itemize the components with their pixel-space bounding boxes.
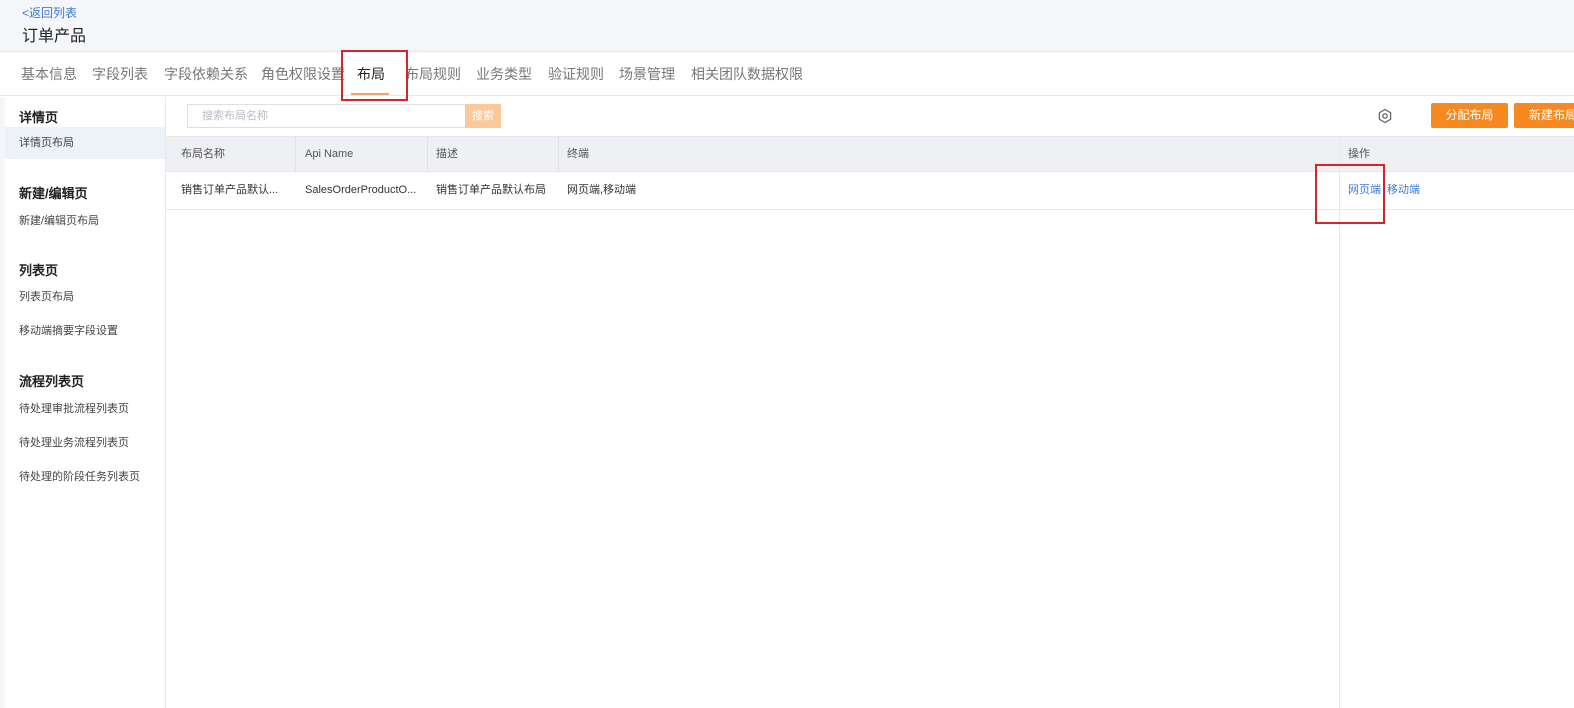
sidebar-item-mobile-summary[interactable]: 移动端摘要字段设置 [5, 315, 165, 347]
tab-layout[interactable]: 布局 [357, 64, 385, 84]
column-header-description: 描述 [436, 148, 458, 160]
actions-column-border [1339, 136, 1340, 708]
search-input[interactable] [187, 104, 465, 128]
column-header-api-name: Api Name [305, 148, 354, 160]
sidebar: 详情页 详情页布局 新建/编辑页 新建/编辑页布局 列表页 列表页布局 移动端摘… [5, 97, 166, 708]
sidebar-item-detail-layout[interactable]: 详情页布局 [5, 127, 165, 159]
column-separator [427, 137, 428, 172]
column-header-name: 布局名称 [181, 148, 225, 160]
sidebar-item-list-layout[interactable]: 列表页布局 [5, 281, 165, 313]
tab-role-permissions[interactable]: 角色权限设置 [261, 64, 345, 84]
tab-field-list[interactable]: 字段列表 [92, 64, 148, 84]
settings-icon[interactable] [1377, 108, 1393, 124]
page-title: 订单产品 [22, 28, 87, 45]
tab-business-type[interactable]: 业务类型 [476, 64, 532, 84]
tab-scene-management[interactable]: 场景管理 [619, 64, 675, 84]
column-separator [295, 137, 296, 172]
assign-layout-button[interactable]: 分配布局 [1431, 103, 1508, 128]
tab-field-dependency[interactable]: 字段依赖关系 [164, 64, 248, 84]
sidebar-heading-detail: 详情页 [19, 110, 59, 125]
sidebar-item-pending-stage-task[interactable]: 待处理的阶段任务列表页 [5, 461, 165, 493]
tab-bar: 基本信息 字段列表 字段依赖关系 角色权限设置 布局 布局规则 业务类型 验证规… [0, 52, 1574, 96]
sidebar-heading-edit: 新建/编辑页 [19, 186, 88, 201]
tab-basic-info[interactable]: 基本信息 [21, 64, 77, 84]
sidebar-heading-list: 列表页 [19, 263, 59, 278]
sidebar-heading-flow: 流程列表页 [19, 374, 85, 389]
cell-api-name: SalesOrderProductO... [305, 184, 417, 196]
cell-terminal: 网页端,移动端 [567, 184, 637, 196]
new-layout-button[interactable]: 新建布局 [1514, 103, 1574, 128]
page-header: <返回列表 订单产品 [0, 0, 1574, 52]
tab-validation-rules[interactable]: 验证规则 [548, 64, 604, 84]
sidebar-item-edit-layout[interactable]: 新建/编辑页布局 [5, 205, 165, 237]
web-layout-link[interactable]: 网页端 [1348, 184, 1381, 196]
search-button[interactable]: 搜索 [465, 104, 501, 128]
mobile-layout-link[interactable]: 移动端 [1387, 184, 1420, 196]
table-row: 销售订单产品默认... SalesOrderProductO... 销售订单产品… [166, 172, 1574, 210]
column-header-actions: 操作 [1348, 148, 1370, 160]
sidebar-item-pending-approval[interactable]: 待处理审批流程列表页 [5, 393, 165, 425]
cell-layout-name: 销售订单产品默认... [181, 184, 279, 196]
sidebar-item-pending-business[interactable]: 待处理业务流程列表页 [5, 427, 165, 459]
back-to-list-link[interactable]: <返回列表 [22, 4, 77, 21]
cell-description: 销售订单产品默认布局 [436, 184, 546, 196]
tab-layout-rules[interactable]: 布局规则 [405, 64, 461, 84]
table-header: 布局名称 Api Name 描述 终端 操作 [166, 136, 1574, 172]
tab-team-data-permissions[interactable]: 相关团队数据权限 [691, 64, 803, 84]
column-separator [558, 137, 559, 172]
active-tab-indicator [351, 93, 389, 95]
column-header-terminal: 终端 [567, 148, 589, 160]
cell-actions: 网页端 移动端 [1348, 172, 1468, 209]
